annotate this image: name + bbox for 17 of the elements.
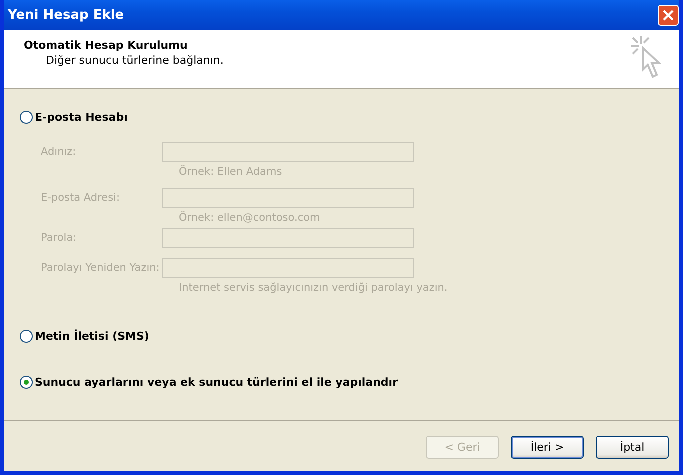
close-icon [662, 8, 675, 22]
window-title: Yeni Hesap Ekle [8, 8, 124, 22]
field-label: E-posta Adresi: [41, 192, 122, 204]
field-label: Adınız: [41, 146, 78, 158]
field-hint: Internet servis sağlayıcınızın verdiği parolayı yazın. [178, 282, 449, 294]
option-radio[interactable]: Sunucu ayarlarını veya ek sunucu türlerini el ile yapılandır [20, 376, 679, 389]
option-radio[interactable]: Metin İletisi (SMS) [20, 330, 679, 343]
field-label: Parola: [41, 232, 78, 244]
field-label: Parolayı Yeniden Yazın: [41, 262, 161, 274]
close-button[interactable] [658, 4, 679, 26]
header-subtitle: Diğer sunucu türlerine bağlanın. [45, 54, 224, 67]
email-account-radio[interactable]: E-posta Hesabı [20, 111, 679, 124]
header-title: Otomatik Hesap Kurulumu [24, 39, 189, 52]
dialog-button[interactable]: İleri > [511, 436, 584, 459]
field-hint: Örnek: ellen@contoso.com [178, 212, 322, 224]
dialog-button[interactable]: İptal [596, 436, 669, 459]
field-hint: Örnek: Ellen Adams [178, 166, 284, 178]
